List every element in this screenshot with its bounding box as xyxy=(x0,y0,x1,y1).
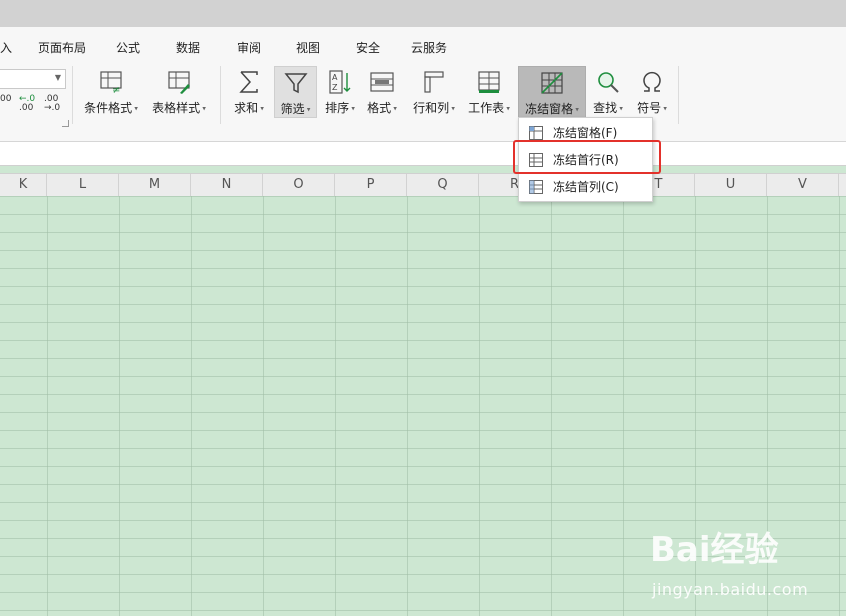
worksheet-icon xyxy=(478,71,500,93)
rows-columns-icon xyxy=(424,71,444,93)
tab-page-layout[interactable]: 页面布局 xyxy=(38,39,86,56)
filter-label: 筛选 xyxy=(280,102,305,116)
column-header[interactable]: M xyxy=(119,174,191,196)
ribbon-separator xyxy=(220,66,221,124)
caret-down-icon: ▾ xyxy=(573,105,579,114)
ribbon-separator xyxy=(678,66,679,124)
svg-text:Z: Z xyxy=(332,83,338,92)
conditional-format-label: 条件格式 xyxy=(84,101,133,115)
rows-columns-label: 行和列 xyxy=(413,101,450,115)
freeze-panes-label: 冻结窗格 xyxy=(525,102,574,116)
find-button[interactable]: 查找 ▾ xyxy=(588,66,628,118)
tab-review[interactable]: 审阅 xyxy=(237,39,261,56)
tab-data[interactable]: 数据 xyxy=(176,39,200,56)
tab-cloud-services[interactable]: 云服务 xyxy=(411,39,447,56)
caret-down-icon: ▾ xyxy=(617,104,623,113)
watermark-url: jingyan.baidu.com xyxy=(652,580,809,599)
ribbon-separator xyxy=(72,66,73,124)
symbol-button[interactable]: 符号 ▾ xyxy=(632,66,672,118)
freeze-panes-icon xyxy=(529,126,543,140)
conditional-format-icon: ≠ xyxy=(100,71,122,95)
filter-button[interactable]: 筛选 ▾ xyxy=(274,66,317,118)
column-header[interactable]: N xyxy=(191,174,263,196)
caret-down-icon: ▾ xyxy=(258,104,264,113)
omega-icon xyxy=(643,71,661,92)
rows-columns-button[interactable]: 行和列 ▾ xyxy=(408,66,460,118)
caret-down-icon: ▾ xyxy=(304,105,311,114)
menu-item-freeze-first-column[interactable]: 冻结首列(C) xyxy=(519,174,650,200)
caret-down-icon: ▾ xyxy=(449,104,455,113)
caret-down-icon: ▾ xyxy=(132,104,138,113)
chevron-down-icon: ▼ xyxy=(54,73,61,82)
sort-button[interactable]: A Z 排序 ▾ xyxy=(320,66,360,118)
table-style-label: 表格样式 xyxy=(152,101,201,115)
symbol-label: 符号 xyxy=(637,101,662,115)
caret-down-icon: ▾ xyxy=(504,104,510,113)
search-icon xyxy=(598,72,619,93)
freeze-panes-button[interactable]: 冻结窗格 ▾ xyxy=(518,66,586,118)
conditional-format-button[interactable]: ≠ 条件格式 ▾ xyxy=(78,66,144,118)
formula-bar[interactable] xyxy=(0,142,846,166)
tab-formulas[interactable]: 公式 xyxy=(116,39,140,56)
tab-security[interactable]: 安全 xyxy=(356,39,380,56)
caret-down-icon: ▾ xyxy=(349,104,355,113)
ribbon-tabs: 入 页面布局 公式 数据 审阅 视图 安全 云服务 xyxy=(0,27,846,63)
worksheet-label: 工作表 xyxy=(468,101,505,115)
table-style-button[interactable]: 表格样式 ▾ xyxy=(147,66,211,118)
caret-down-icon: ▾ xyxy=(200,104,206,113)
annotation-highlight-box xyxy=(513,140,661,174)
table-style-icon xyxy=(168,71,190,94)
svg-text:A: A xyxy=(332,73,338,82)
worksheet-button[interactable]: 工作表 ▾ xyxy=(463,66,515,118)
caret-down-icon: ▾ xyxy=(391,104,397,113)
increase-decimal-icon[interactable]: ←.0.00 xyxy=(19,95,39,113)
ribbon-footer xyxy=(0,127,846,142)
funnel-icon xyxy=(283,73,308,94)
caret-down-icon: ▾ xyxy=(661,104,667,113)
freeze-panes-icon xyxy=(541,72,563,94)
number-format-select[interactable]: ▼ xyxy=(0,69,66,89)
sort-az-icon: A Z xyxy=(329,70,351,94)
sum-label: 求和 xyxy=(234,101,259,115)
column-header[interactable]: K xyxy=(0,174,47,196)
column-header[interactable]: V xyxy=(767,174,839,196)
tab-view[interactable]: 视图 xyxy=(296,39,320,56)
sum-button[interactable]: 求和 ▾ xyxy=(229,66,269,118)
tab-insert[interactable]: 入 xyxy=(0,39,12,56)
find-label: 查找 xyxy=(593,101,618,115)
format-cells-icon xyxy=(370,72,394,92)
watermark-logo: Bai经验 xyxy=(650,530,779,570)
format-button[interactable]: 格式 ▾ xyxy=(362,66,402,118)
column-header[interactable]: Q xyxy=(407,174,479,196)
freeze-column-icon xyxy=(529,180,543,194)
window-title-bar xyxy=(0,0,846,27)
column-header-bar: K L M N O P Q R S T U V xyxy=(0,173,846,197)
dialog-launcher-icon[interactable] xyxy=(62,120,69,127)
column-header[interactable]: U xyxy=(695,174,767,196)
menu-item-label: 冻结首列(C) xyxy=(553,180,619,194)
number-format-icon[interactable]: 00 xyxy=(0,95,11,104)
format-label: 格式 xyxy=(367,101,392,115)
svg-text:≠: ≠ xyxy=(112,85,120,95)
column-header[interactable]: O xyxy=(263,174,335,196)
column-header[interactable]: P xyxy=(335,174,407,196)
decrease-decimal-icon[interactable]: .00 →.0 xyxy=(44,95,64,113)
sigma-icon xyxy=(239,71,258,93)
sort-label: 排序 xyxy=(325,101,350,115)
column-header[interactable]: L xyxy=(47,174,119,196)
